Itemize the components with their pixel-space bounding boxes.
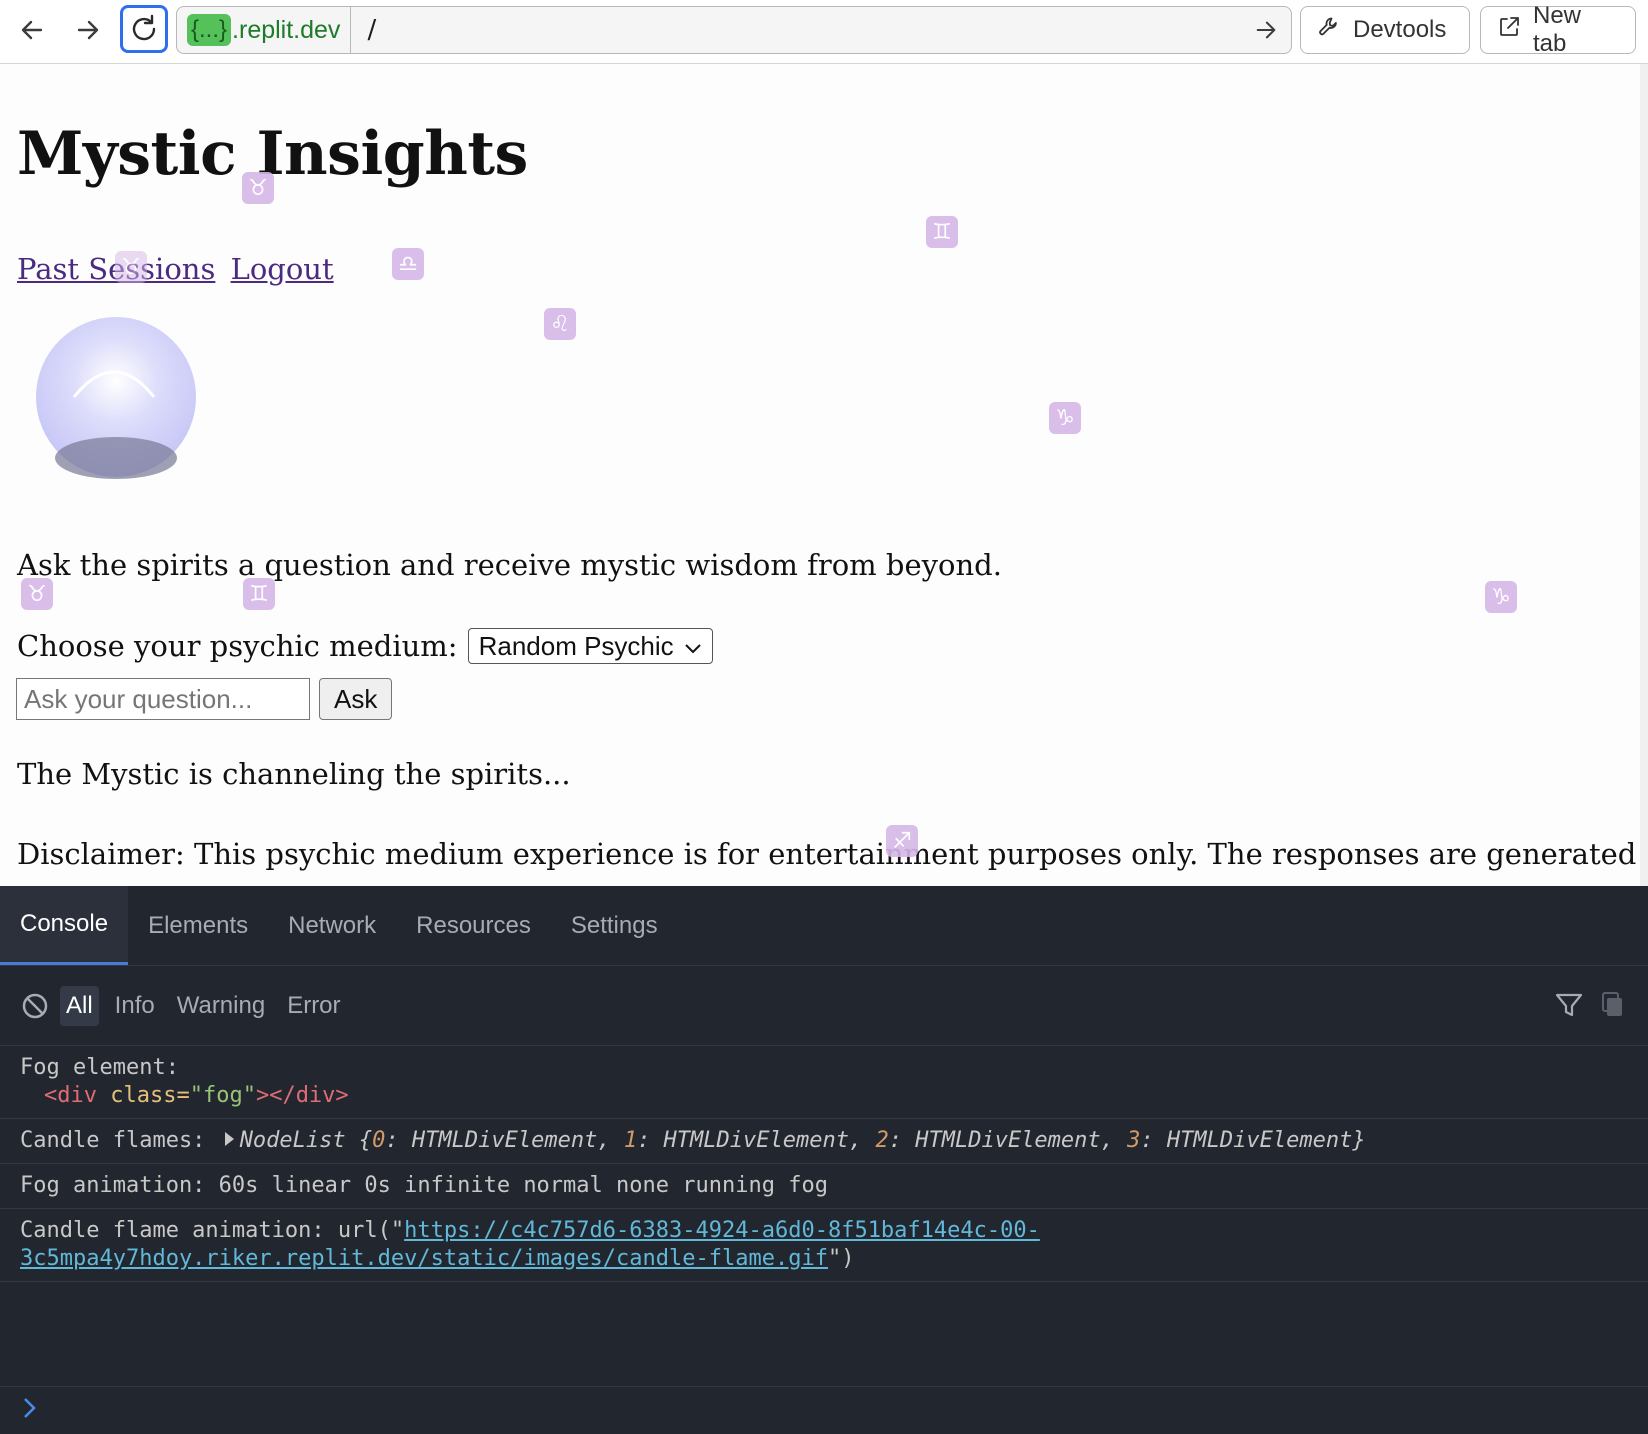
tab-resources[interactable]: Resources <box>396 886 551 965</box>
tab-elements[interactable]: Elements <box>128 886 268 965</box>
disclaimer-text: Disclaimer: This psychic medium experien… <box>17 837 1648 871</box>
copy-icon[interactable] <box>1600 990 1628 1022</box>
new-tab-button[interactable]: New tab <box>1480 2 1636 57</box>
sagittarius-icon: ♐ <box>886 825 918 857</box>
log-candle-index: 0 <box>372 1128 386 1153</box>
external-link-icon <box>1497 15 1521 46</box>
log-candle-value: : HTMLDivElement} <box>1140 1128 1366 1153</box>
tab-network[interactable]: Network <box>268 886 396 965</box>
log-fog-label: Fog element: <box>20 1055 179 1080</box>
clear-console-icon[interactable] <box>20 991 50 1021</box>
gemini-icon: ♊ <box>243 578 275 610</box>
libra-icon: ♎ <box>392 248 424 280</box>
log-fog-element[interactable]: <div class="fog"></div> <box>20 1082 1628 1110</box>
candle-flame-url-link[interactable]: https://c4c757d6-6383-4924-a6d0-8f51baf1… <box>404 1218 1040 1243</box>
page-scrollbar[interactable] <box>1640 64 1648 886</box>
expand-triangle-icon[interactable] <box>224 1132 234 1146</box>
leo-icon: ♌ <box>544 308 576 340</box>
funnel-filter-icon[interactable] <box>1554 990 1586 1022</box>
taurus-icon: ♉ <box>115 251 147 283</box>
url-host: {...} .replit.dev <box>177 7 352 53</box>
taurus-icon: ♉ <box>242 172 274 204</box>
prompt-chevron-icon <box>22 1395 38 1427</box>
console-prompt-input[interactable] <box>0 1386 1648 1434</box>
status-text: The Mystic is channeling the spirits... <box>17 757 571 791</box>
medium-selected-value: Random Psychic <box>478 630 674 661</box>
log-candle-type: NodeList { <box>239 1128 373 1153</box>
devtools-panel: Console Elements Network Resources Setti… <box>0 886 1648 1434</box>
console-filter-bar: All Info Warning Error <box>0 966 1648 1046</box>
medium-row: Choose your psychic medium: Random Psych… <box>17 628 713 664</box>
log-candle-index: 1 <box>623 1128 638 1153</box>
logout-link[interactable]: Logout <box>231 252 334 286</box>
crystal-ball-base <box>55 437 177 479</box>
reload-icon[interactable] <box>120 5 168 53</box>
log-fog-attr-value: "fog" <box>189 1083 256 1108</box>
filter-error[interactable]: Error <box>281 986 346 1026</box>
log-candle-value: : HTMLDivElement, <box>888 1128 1128 1153</box>
log-candle-index: 3 <box>1127 1128 1141 1153</box>
tab-console[interactable]: Console <box>0 886 129 965</box>
devtools-button[interactable]: Devtools <box>1300 6 1470 54</box>
log-candle-value: : HTMLDivElement, <box>637 1128 876 1153</box>
url-host-badge: {...} <box>187 14 232 46</box>
log-fog-tag-close: ></div> <box>255 1083 349 1108</box>
page-viewport: Mystic Insights Past Sessions Logout Ask… <box>0 64 1648 886</box>
log-candle-anim-end: ") <box>827 1246 855 1271</box>
ask-button[interactable]: Ask <box>319 678 393 720</box>
medium-select[interactable]: Random Psychic <box>467 628 713 664</box>
filter-warning[interactable]: Warning <box>171 986 271 1026</box>
filter-info[interactable]: Info <box>109 986 161 1026</box>
go-arrow-icon[interactable] <box>1241 7 1291 53</box>
log-fog-tag-open: <div <box>44 1083 97 1108</box>
devtools-label: Devtools <box>1353 16 1447 43</box>
medium-label: Choose your psychic medium: <box>17 629 458 663</box>
wrench-icon <box>1317 15 1341 46</box>
console-log: Fog element: <div class="fog"></div> Can… <box>0 1046 1648 1282</box>
url-path-input[interactable]: / <box>351 15 1241 45</box>
page-nav: Past Sessions Logout <box>17 252 340 286</box>
browser-toolbar: {...} .replit.dev / Devtools New tab <box>0 0 1648 64</box>
log-candle-index: 2 <box>875 1128 889 1153</box>
filter-all[interactable]: All <box>60 985 99 1026</box>
log-entry-fog-animation: Fog animation: 60s linear 0s infinite no… <box>0 1164 1648 1209</box>
log-candle-value: : HTMLDivElement, <box>385 1128 624 1153</box>
gemini-icon: ♊ <box>926 216 958 248</box>
log-entry-candles: Candle flames: NodeList {0: HTMLDivEleme… <box>0 1119 1648 1164</box>
forward-arrow-icon[interactable] <box>66 8 110 52</box>
tab-settings[interactable]: Settings <box>551 886 678 965</box>
back-arrow-icon[interactable] <box>10 8 54 52</box>
log-candle-anim-label: Candle flame animation: url(" <box>20 1218 405 1243</box>
question-input[interactable] <box>16 678 310 720</box>
address-bar[interactable]: {...} .replit.dev / <box>176 6 1292 54</box>
chevron-down-icon <box>684 631 702 662</box>
url-host-domain: .replit.dev <box>232 15 341 44</box>
log-entry-fog: Fog element: <div class="fog"></div> <box>0 1046 1648 1119</box>
log-fog-attr: class= <box>110 1083 190 1108</box>
new-tab-label: New tab <box>1533 2 1582 57</box>
capricorn-icon: ♑ <box>1049 402 1081 434</box>
taurus-icon: ♉ <box>21 578 53 610</box>
ask-row: Ask <box>16 678 393 720</box>
log-candle-label: Candle flames: <box>20 1128 206 1153</box>
intro-text: Ask the spirits a question and receive m… <box>17 548 1002 582</box>
candle-flame-url-link-cont[interactable]: 3c5mpa4y7hdoy.riker.replit.dev/static/im… <box>20 1246 828 1271</box>
log-entry-candle-animation: Candle flame animation: url("https://c4c… <box>0 1209 1648 1282</box>
capricorn-icon: ♑ <box>1485 581 1517 613</box>
devtools-tabs: Console Elements Network Resources Setti… <box>0 886 1648 966</box>
